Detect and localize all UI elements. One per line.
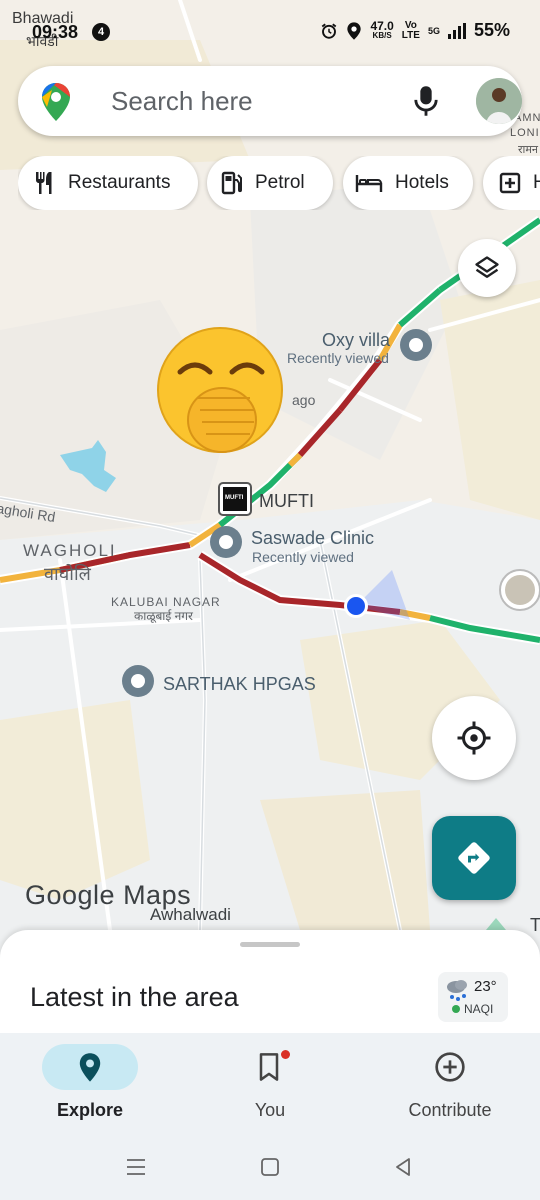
map-edge-label: रामन [518,144,539,156]
bookmark-icon [259,1053,279,1081]
net-speed: 47.0 KB/S [370,18,394,40]
place-sublabel-saswade-clinic: Recently viewed [252,549,354,565]
hospital-icon [499,172,521,194]
place-label-oxy-villa[interactable]: Oxy villa [322,330,390,351]
air-quality-label: NAQI [464,1002,494,1016]
system-navigation-bar [0,1141,540,1200]
nav-label: You [254,1100,286,1120]
nav-you[interactable]: You [180,1033,360,1141]
sheet-drag-handle[interactable] [240,942,300,947]
microphone-icon[interactable] [412,84,440,118]
nav-label: Contribute [408,1100,492,1120]
category-chips: Restaurants Petrol Hotels H [18,156,540,210]
avatar-photo-icon [476,78,522,124]
battery-level: 55% [473,20,510,40]
area-label-kalubai-local: काळूबाई नगर [134,609,193,623]
map-edge-label: LONI [510,127,540,139]
home-icon[interactable] [259,1156,281,1178]
bottom-navigation: Explore You Contribute [0,1033,540,1141]
profile-avatar[interactable] [476,78,522,124]
search-bar[interactable]: Search here [18,66,522,136]
pin-icon [79,1053,101,1082]
chip-hotels[interactable]: Hotels [343,156,473,210]
mufti-logo-text: MUFTI [225,495,244,501]
bottom-sheet[interactable]: Latest in the area 23° NAQI [0,930,540,1040]
volte-indicator: Vo LTE [401,19,420,41]
alarm-icon [322,23,337,39]
notification-dot [281,1050,290,1059]
air-quality-dot [452,1005,460,1013]
location-status-icon [347,21,362,40]
google-maps-attribution: Google Maps [25,880,192,910]
chip-label: H [533,172,540,193]
add-circle-icon [435,1052,465,1082]
place-sublabel-oxy-villa: Recently viewed [287,350,389,366]
layers-icon [475,256,499,278]
notification-count-badge: 4 [92,23,110,41]
directions-button[interactable] [432,816,516,900]
restaurant-icon [36,172,52,194]
google-maps-logo-icon [42,83,70,121]
map-fragment-label: ago [292,392,316,408]
network-type: 5G [427,25,440,36]
back-icon[interactable] [392,1156,414,1178]
hand-over-mouth-emoji [157,327,283,453]
weather-widget[interactable]: 23° NAQI [438,972,508,1022]
area-label-wagholi: WAGHOLI [23,541,117,560]
signal-icon [447,22,466,39]
search-input[interactable]: Search here [111,86,253,117]
map-edge-label-right: T [530,915,540,935]
status-time: 09:38 [32,22,79,42]
place-label-sarthak[interactable]: SARTHAK HPGAS [163,674,316,695]
chip-label: Restaurants [68,172,171,193]
weather-temperature: 23° [474,978,497,995]
sheet-title: Latest in the area [30,982,239,1012]
layers-button[interactable] [458,239,516,297]
area-label-wagholi-local: वाघोलि [44,564,91,584]
hotel-bed-icon [355,175,383,192]
place-pin-oxy-villa [400,329,432,361]
rain-cloud-icon [447,980,467,1001]
chip-petrol[interactable]: Petrol [207,156,333,210]
petrol-pump-icon [221,171,242,195]
nav-contribute[interactable]: Contribute [360,1033,540,1141]
place-pin-saswade-clinic [210,526,242,558]
nav-explore[interactable]: Explore [0,1033,180,1141]
chip-label: Hotels [395,172,449,193]
my-location-button[interactable] [432,696,516,780]
directions-icon [458,842,490,874]
place-pin-sarthak [122,665,154,697]
chip-label: Petrol [255,172,305,193]
menu-icon[interactable] [125,1157,147,1177]
nav-label: Explore [56,1100,124,1120]
place-label-mufti[interactable]: MUFTI [259,491,314,512]
status-bar: Bhawadi भावडी 09:38 4 47.0 KB/S Vo LTE 5G … [0,8,540,52]
place-label-saswade-clinic[interactable]: Saswade Clinic [251,528,374,549]
my-location-icon [457,721,491,755]
chip-hospitals[interactable]: H [483,156,540,210]
chip-restaurants[interactable]: Restaurants [18,156,198,210]
